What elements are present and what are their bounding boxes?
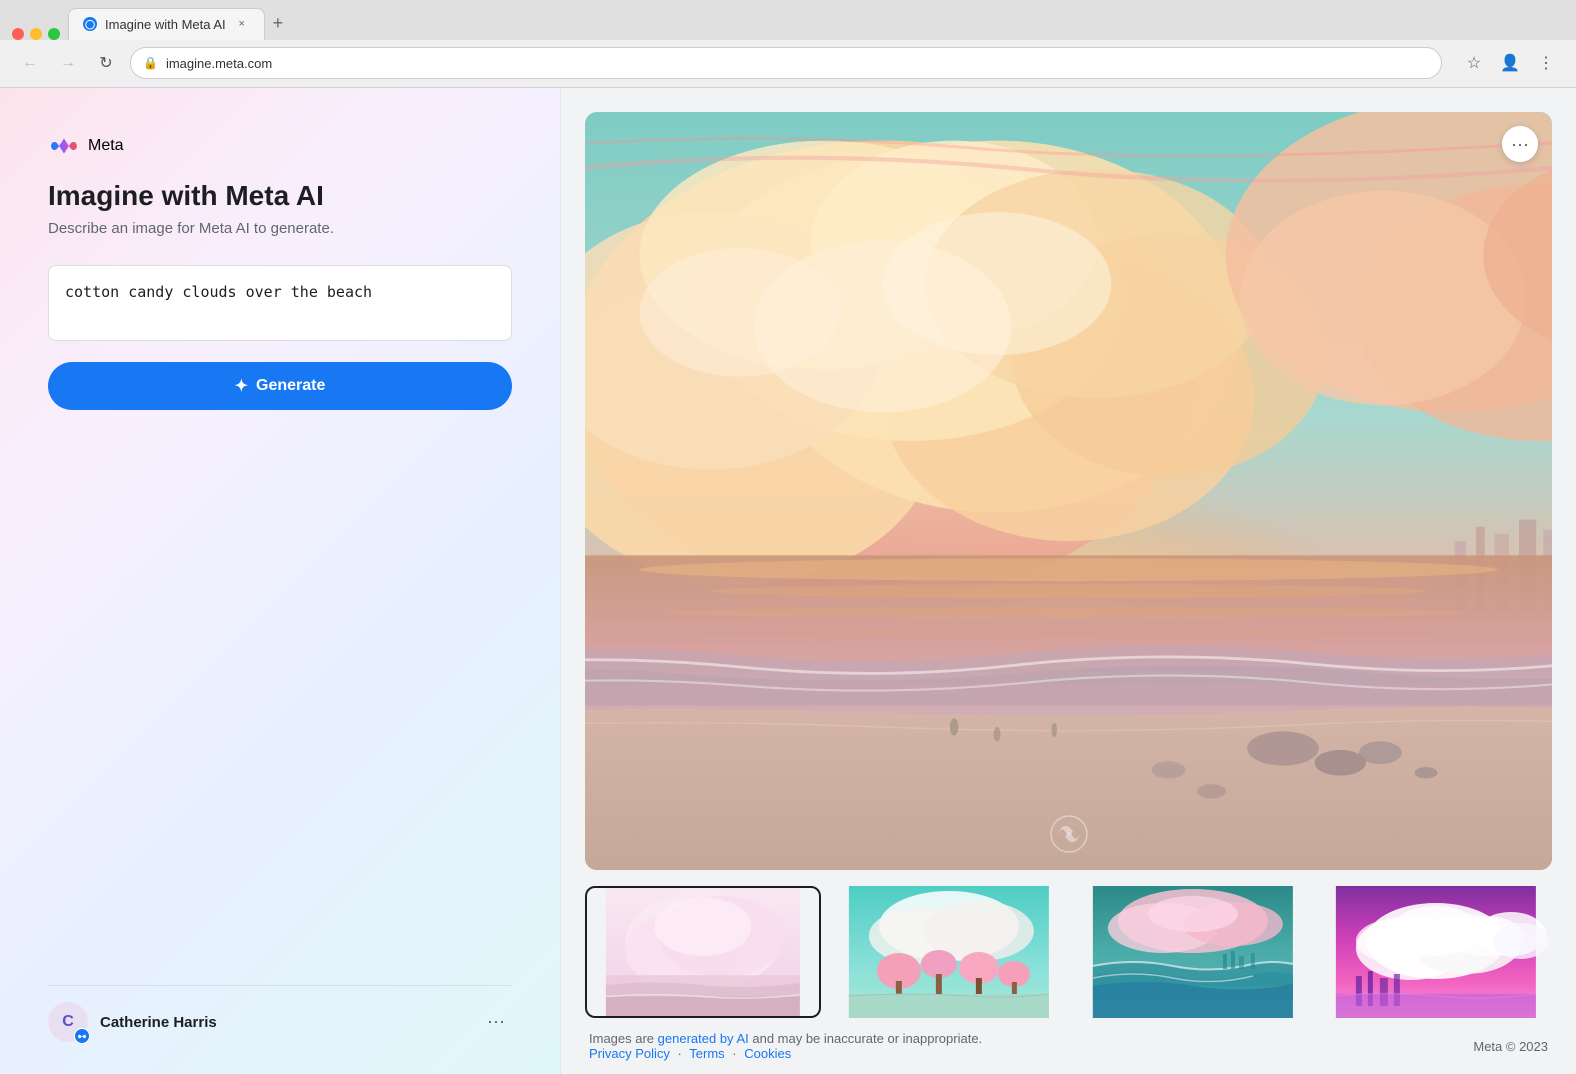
- avatar-meta-badge: [74, 1028, 90, 1044]
- fullscreen-window-button[interactable]: [48, 28, 60, 40]
- tab-title: Imagine with Meta AI: [105, 17, 226, 32]
- lock-icon: 🔒: [143, 56, 158, 70]
- forward-button[interactable]: →: [54, 49, 82, 77]
- footer-bar: Images are generated by AI and may be in…: [585, 1018, 1552, 1074]
- address-bar-row: ← → ↻ 🔒 imagine.meta.com ☆ 👤 ⋮: [0, 40, 1576, 87]
- terms-link[interactable]: Terms: [689, 1046, 724, 1061]
- generate-button-label: Generate: [256, 377, 325, 395]
- page-subtitle: Describe an image for Meta AI to generat…: [48, 220, 512, 237]
- page-title: Imagine with Meta AI: [48, 180, 512, 212]
- profile-button[interactable]: 👤: [1496, 49, 1524, 77]
- thumbnail-3[interactable]: [1077, 886, 1309, 1018]
- reload-button[interactable]: ↻: [92, 49, 120, 77]
- left-panel: Meta Imagine with Meta AI Describe an im…: [0, 88, 560, 1074]
- image-more-icon: ···: [1511, 134, 1529, 155]
- url-text: imagine.meta.com: [166, 56, 1429, 71]
- minimize-window-button[interactable]: [30, 28, 42, 40]
- meta-logo-text: Meta: [88, 137, 124, 155]
- menu-button[interactable]: ⋮: [1532, 49, 1560, 77]
- main-image-container: ···: [585, 112, 1552, 870]
- footer-suffix: and may be inaccurate or inappropriate.: [752, 1031, 982, 1046]
- user-name: Catherine Harris: [100, 1014, 468, 1031]
- footer-copyright: Meta © 2023: [1473, 1039, 1548, 1054]
- new-tab-button[interactable]: +: [265, 8, 292, 40]
- thumbnail-1[interactable]: [585, 886, 821, 1018]
- bookmark-button[interactable]: ☆: [1460, 49, 1488, 77]
- footer-sep-2: ·: [732, 1046, 736, 1061]
- footer-sep-1: ·: [678, 1046, 682, 1061]
- app-container: Meta Imagine with Meta AI Describe an im…: [0, 88, 1576, 1074]
- tab-bar: ◯ Imagine with Meta AI × +: [0, 0, 1576, 40]
- browser-actions: ☆ 👤 ⋮: [1460, 49, 1560, 77]
- browser-chrome: ◯ Imagine with Meta AI × + ← → ↻ 🔒 imagi…: [0, 0, 1576, 88]
- thumbnail-4[interactable]: [1320, 886, 1552, 1018]
- footer-prefix: Images are: [589, 1031, 658, 1046]
- footer-generated-link[interactable]: generated by AI: [658, 1031, 749, 1046]
- prompt-input[interactable]: [48, 265, 512, 341]
- meta-logo: Meta: [48, 136, 512, 156]
- tab-favicon: ◯: [83, 17, 97, 31]
- user-profile: C Catherine Harris ⋯: [48, 985, 512, 1042]
- close-window-button[interactable]: [12, 28, 24, 40]
- address-bar[interactable]: 🔒 imagine.meta.com: [130, 47, 1442, 79]
- thumbnail-2[interactable]: [833, 886, 1065, 1018]
- back-button[interactable]: ←: [16, 49, 44, 77]
- generate-icon: ✦: [235, 376, 248, 396]
- user-more-button[interactable]: ⋯: [480, 1006, 512, 1038]
- avatar-initial: C: [62, 1013, 74, 1031]
- avatar: C: [48, 1002, 88, 1042]
- prompt-input-container: [48, 265, 512, 346]
- tab-close-button[interactable]: ×: [234, 16, 250, 32]
- watermark-icon: [1049, 814, 1089, 854]
- footer-disclaimer: Images are generated by AI and may be in…: [589, 1031, 982, 1061]
- thumbnails-row: [585, 886, 1552, 1018]
- image-more-button[interactable]: ···: [1502, 126, 1538, 162]
- meta-logo-icon: [48, 136, 80, 156]
- right-panel: ···: [561, 88, 1576, 1074]
- privacy-policy-link[interactable]: Privacy Policy: [589, 1046, 670, 1061]
- cookies-link[interactable]: Cookies: [744, 1046, 791, 1061]
- main-generated-image: [585, 112, 1552, 870]
- traffic-lights: [12, 28, 60, 40]
- active-tab[interactable]: ◯ Imagine with Meta AI ×: [68, 8, 265, 40]
- generate-button[interactable]: ✦ Generate: [48, 362, 512, 410]
